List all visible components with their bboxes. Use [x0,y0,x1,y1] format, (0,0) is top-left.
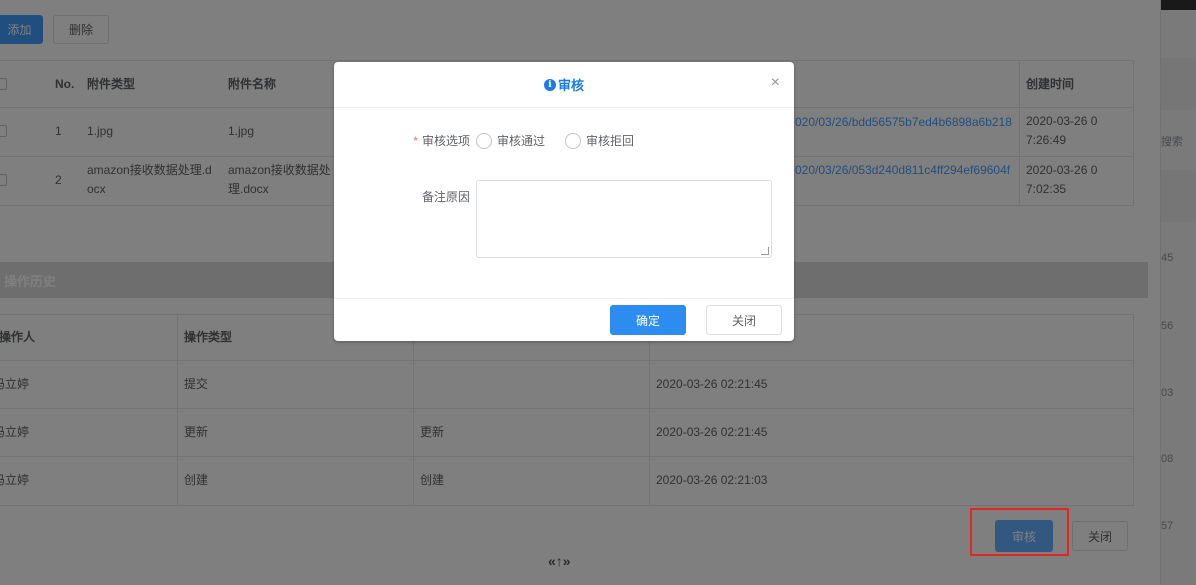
dialog-header: i 审核 × [334,62,794,108]
required-mark: * [413,134,418,148]
approve-radio-label[interactable]: 审核通过 [497,132,545,149]
close-icon[interactable]: × [771,74,780,92]
review-option-label: * 审核选项 [404,132,470,149]
review-option-text: 审核选项 [421,134,470,148]
info-icon: i [543,78,556,91]
confirm-button[interactable]: 确定 [610,305,686,335]
reject-radio-label[interactable]: 审核拒回 [586,132,634,149]
dialog-title: 审核 [557,78,584,93]
remark-label: 备注原因 [421,190,470,204]
reject-radio[interactable] [565,133,581,149]
review-dialog: i 审核 × * 审核选项 审核通过 审核拒回 备注原因 确定 关闭 [334,62,794,341]
dialog-close-button[interactable]: 关闭 [706,305,782,335]
highlight-box [970,508,1069,556]
approve-radio[interactable] [476,133,492,149]
resize-handle[interactable] [761,247,769,255]
remark-textarea[interactable] [476,180,772,258]
